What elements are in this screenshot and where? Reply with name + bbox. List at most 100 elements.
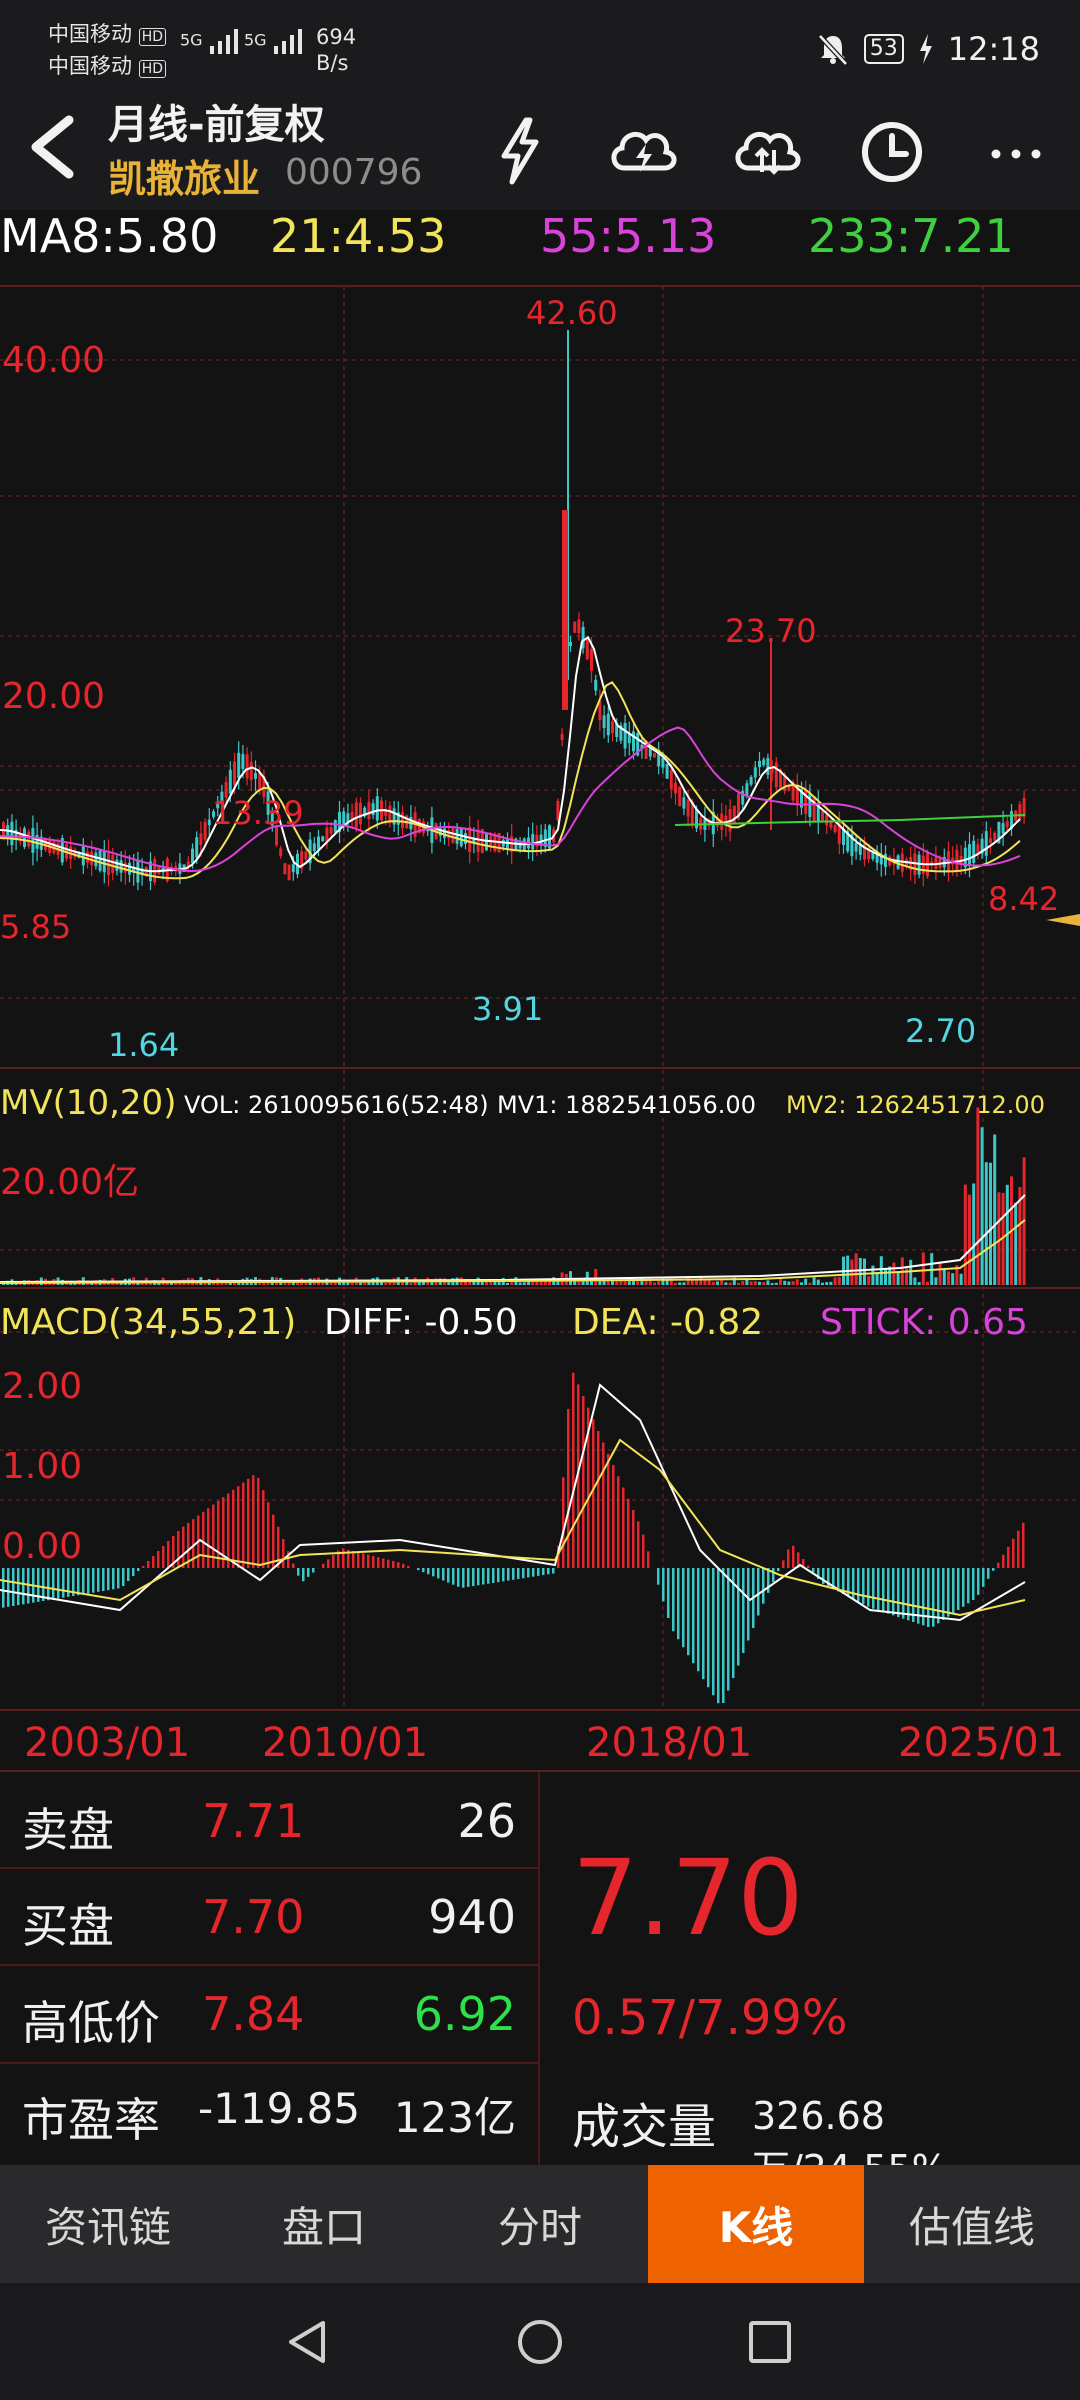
macd-bar [227,1493,230,1568]
candle-body [774,762,778,788]
candle-body [758,760,761,768]
macd-bar [457,1568,460,1587]
macd-bar [212,1504,215,1568]
cloud-sync-icon[interactable] [728,110,808,190]
volume-bar [892,1262,896,1285]
cloud-lightning-icon[interactable] [604,110,684,190]
volume-bar [993,1134,997,1285]
macd-axis-1: 1.00 [2,1446,82,1487]
volume-bar [997,1192,1001,1285]
macd-bar [807,1565,810,1568]
candle-body [661,758,665,768]
candle-body [325,827,329,842]
history-clock-icon[interactable] [852,110,932,190]
macd-bar [357,1552,360,1568]
volume-bar [947,1271,950,1285]
volume-bar [854,1253,858,1285]
candle-body [531,834,535,850]
candle-body [682,797,686,809]
volume-bar [896,1272,900,1285]
macd-bar [252,1475,255,1568]
annotation-13-39: 13.39 [212,794,304,832]
buy-label: 买盘 [22,1899,114,1953]
volume-bar [863,1258,866,1285]
candle-body [94,852,98,867]
macd-bar [437,1568,440,1579]
volume-bar [938,1261,942,1285]
macd-bar [12,1568,15,1606]
macd-bar [962,1568,965,1607]
nav-home-icon[interactable] [515,2317,565,2367]
more-icon[interactable] [976,110,1056,190]
tab-intraday[interactable]: 分时 [432,2165,648,2283]
candle-body [233,761,236,786]
tab-news-chain[interactable]: 资讯链 [0,2165,216,2283]
macd-bar [2,1568,5,1608]
macd-bar [232,1489,235,1568]
macd-bar [497,1568,500,1583]
macd-bar [382,1558,385,1568]
macd-bar [467,1568,470,1587]
volume-bar [812,1277,816,1285]
macd-bar [582,1396,585,1568]
macd-bar [182,1526,185,1568]
macd-bar [1012,1538,1015,1568]
macd-bar [152,1556,155,1568]
volume-bar [976,1107,980,1285]
tab-order-book[interactable]: 盘口 [216,2165,432,2283]
kline-chart[interactable]: MA8:5.80 21:4.53 55:5.13 233:7.21 40.00 … [0,210,1080,1770]
high-price: 7.84 [202,1987,305,2041]
candle-body [669,769,673,790]
lightning-icon[interactable] [480,110,560,190]
macd-bar [717,1568,720,1704]
volume-bar [791,1281,795,1285]
candle-body [766,757,770,775]
macd-bar [482,1568,485,1585]
nav-recents-icon[interactable] [745,2317,795,2367]
volume-bar [816,1279,820,1285]
macd-histogram [0,1372,1026,1704]
macd-bar [47,1568,50,1601]
volume-bar [917,1282,921,1285]
candle-body [333,819,337,833]
candle-body [455,829,459,844]
mv1-line [0,1194,1026,1283]
macd-bar [407,1565,410,1568]
volume-bar [686,1277,690,1285]
macd-bar [57,1568,60,1599]
macd-bar [487,1568,490,1584]
macd-bar [982,1568,985,1587]
macd-bar [617,1476,620,1568]
buy-qty: 940 [428,1890,516,1944]
macd-bar [402,1563,405,1568]
candle-body [623,722,627,749]
macd-bar [447,1568,450,1583]
macd-bar [642,1534,645,1568]
volume-bar [212,1282,215,1285]
macd-bar [302,1568,305,1582]
macd-bar [767,1568,770,1593]
macd-bar [472,1568,475,1587]
macd-axis-2: 2.00 [2,1366,82,1407]
macd-bar [977,1568,980,1595]
candle-body [653,753,656,758]
macd-bar [102,1568,105,1591]
tab-kline[interactable]: K线 [648,2165,864,2283]
candle-body [287,864,291,881]
macd-bar [927,1568,930,1627]
tab-valuation[interactable]: 估值线 [864,2165,1080,2283]
stock-code: 000796 [285,152,423,193]
macd-bar [722,1568,725,1703]
kline-chart-area[interactable]: MA8:5.80 21:4.53 55:5.13 233:7.21 40.00 … [0,210,1080,1770]
candle-body [968,844,971,866]
macd-bar [757,1568,760,1616]
nav-back-icon[interactable] [283,2317,333,2367]
date-label-2010: 2010/01 [262,1720,428,1766]
back-arrow-icon[interactable] [24,112,84,182]
volume-bar [522,1282,526,1285]
candle-body [86,851,89,863]
battery-indicator: 53 [863,34,904,64]
macd-bar [907,1568,910,1621]
candle-body [249,762,253,781]
macd-bar [362,1553,365,1568]
